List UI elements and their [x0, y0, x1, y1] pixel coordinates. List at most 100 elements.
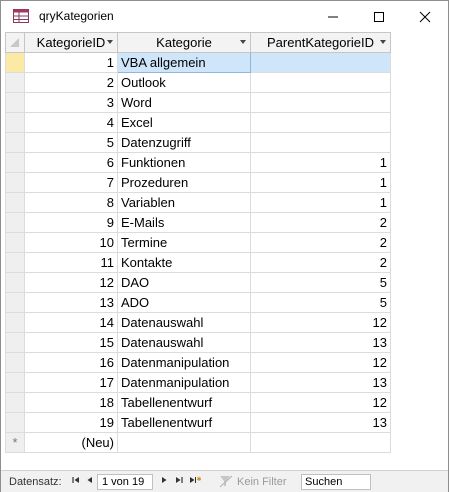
- row-selector[interactable]: [5, 352, 25, 373]
- row-selector[interactable]: [5, 312, 25, 333]
- cell-kategorieid[interactable]: 9: [24, 212, 118, 233]
- table-row[interactable]: 4 Excel: [5, 112, 391, 133]
- cell-kategorie[interactable]: Datenzugriff: [117, 132, 251, 153]
- cell-parentkategorieid[interactable]: [250, 92, 391, 113]
- row-selector[interactable]: [5, 92, 25, 113]
- table-row[interactable]: 7 Prozeduren 1: [5, 172, 391, 193]
- row-selector[interactable]: [5, 152, 25, 173]
- cell-kategorie[interactable]: Tabellenentwurf: [117, 412, 251, 433]
- table-row[interactable]: 5 Datenzugriff: [5, 132, 391, 153]
- cell-kategorieid[interactable]: 19: [24, 412, 118, 433]
- horizontal-scrollbar[interactable]: [377, 474, 443, 490]
- maximize-button[interactable]: [356, 1, 402, 32]
- cell-parentkategorieid[interactable]: 1: [250, 152, 391, 173]
- cell-kategorieid[interactable]: 16: [24, 352, 118, 373]
- cell-kategorie[interactable]: Excel: [117, 112, 251, 133]
- row-selector[interactable]: [5, 232, 25, 253]
- table-row[interactable]: 2 Outlook: [5, 72, 391, 93]
- last-record-button[interactable]: [172, 475, 185, 489]
- table-row[interactable]: 15 Datenauswahl 13: [5, 332, 391, 353]
- dropdown-arrow-icon[interactable]: [380, 40, 386, 44]
- cell-kategorieid[interactable]: 15: [24, 332, 118, 353]
- table-row[interactable]: 12 DAO 5: [5, 272, 391, 293]
- cell-kategorie[interactable]: ADO: [117, 292, 251, 313]
- cell-parentkategorieid[interactable]: [250, 112, 391, 133]
- cell-parentkategorieid[interactable]: 2: [250, 212, 391, 233]
- table-row[interactable]: 8 Variablen 1: [5, 192, 391, 213]
- row-selector[interactable]: [5, 272, 25, 293]
- new-record-row[interactable]: * (Neu): [5, 432, 391, 453]
- search-input[interactable]: Suchen: [301, 474, 371, 490]
- cell-kategorie[interactable]: Kontakte: [117, 252, 251, 273]
- cell-kategorie[interactable]: Prozeduren: [117, 172, 251, 193]
- row-selector[interactable]: [5, 212, 25, 233]
- cell-kategorie[interactable]: Datenmanipulation: [117, 352, 251, 373]
- cell-kategorieid[interactable]: 7: [24, 172, 118, 193]
- table-row[interactable]: 14 Datenauswahl 12: [5, 312, 391, 333]
- table-row[interactable]: 19 Tabellenentwurf 13: [5, 412, 391, 433]
- cell-kategorieid[interactable]: 12: [24, 272, 118, 293]
- row-selector[interactable]: [5, 372, 25, 393]
- cell-parentkategorieid[interactable]: 12: [250, 352, 391, 373]
- row-selector[interactable]: [5, 132, 25, 153]
- cell-parentkategorieid[interactable]: 2: [250, 252, 391, 273]
- cell-kategorieid[interactable]: 18: [24, 392, 118, 413]
- cell-kategorieid[interactable]: 5: [24, 132, 118, 153]
- cell-kategorie[interactable]: Datenauswahl: [117, 312, 251, 333]
- cell-parentkategorieid[interactable]: 13: [250, 372, 391, 393]
- cell-kategorieid[interactable]: 14: [24, 312, 118, 333]
- cell-kategorie[interactable]: VBA allgemein: [117, 52, 251, 73]
- cell-parentkategorieid[interactable]: 12: [250, 312, 391, 333]
- cell-kategorie[interactable]: Word: [117, 92, 251, 113]
- cell-kategorieid[interactable]: 11: [24, 252, 118, 273]
- select-all-corner[interactable]: [5, 32, 25, 53]
- dropdown-arrow-icon[interactable]: [107, 40, 113, 44]
- table-row[interactable]: 1 VBA allgemein: [5, 52, 391, 73]
- cell-kategorie[interactable]: DAO: [117, 272, 251, 293]
- cell-kategorie[interactable]: Termine: [117, 232, 251, 253]
- table-row[interactable]: 16 Datenmanipulation 12: [5, 352, 391, 373]
- cell-kategorieid[interactable]: 4: [24, 112, 118, 133]
- cell-kategorie[interactable]: Datenauswahl: [117, 332, 251, 353]
- cell-parentkategorieid[interactable]: 1: [250, 192, 391, 213]
- column-header-parentkategorieid[interactable]: ParentKategorieID: [250, 32, 391, 53]
- previous-record-button[interactable]: [83, 475, 96, 489]
- column-header-kategorieid[interactable]: KategorieID: [24, 32, 118, 53]
- row-selector[interactable]: [5, 392, 25, 413]
- row-selector[interactable]: [5, 252, 25, 273]
- cell-parentkategorieid[interactable]: 12: [250, 392, 391, 413]
- table-row[interactable]: 9 E-Mails 2: [5, 212, 391, 233]
- cell-parentkategorieid[interactable]: [250, 52, 391, 73]
- cell-parentkategorieid[interactable]: [250, 72, 391, 93]
- close-button[interactable]: [402, 1, 448, 32]
- cell-parentkategorieid[interactable]: 13: [250, 332, 391, 353]
- cell-parentkategorieid[interactable]: 1: [250, 172, 391, 193]
- table-row[interactable]: 3 Word: [5, 92, 391, 113]
- cell-kategorieid[interactable]: 2: [24, 72, 118, 93]
- title-bar[interactable]: qryKategorien: [1, 1, 448, 32]
- new-record-marker[interactable]: *: [5, 432, 25, 453]
- cell-parentkategorieid[interactable]: 2: [250, 232, 391, 253]
- row-selector[interactable]: [5, 332, 25, 353]
- minimize-button[interactable]: [310, 1, 356, 32]
- cell-kategorie[interactable]: Outlook: [117, 72, 251, 93]
- new-record-button[interactable]: ✱: [188, 475, 201, 489]
- row-selector[interactable]: [5, 192, 25, 213]
- table-row[interactable]: 17 Datenmanipulation 13: [5, 372, 391, 393]
- cell-parentkategorieid[interactable]: 5: [250, 292, 391, 313]
- cell-kategorie[interactable]: Variablen: [117, 192, 251, 213]
- current-record-field[interactable]: 1 von 19: [97, 474, 153, 490]
- cell-parentkategorieid[interactable]: 5: [250, 272, 391, 293]
- cell-parentkategorieid[interactable]: [250, 132, 391, 153]
- table-row[interactable]: 10 Termine 2: [5, 232, 391, 253]
- cell-parentkategorieid[interactable]: 13: [250, 412, 391, 433]
- new-record-id-placeholder[interactable]: (Neu): [24, 432, 118, 453]
- cell-kategorieid[interactable]: 3: [24, 92, 118, 113]
- row-selector[interactable]: [5, 172, 25, 193]
- cell-kategorieid[interactable]: 6: [24, 152, 118, 173]
- cell-kategorieid[interactable]: 8: [24, 192, 118, 213]
- table-row[interactable]: 11 Kontakte 2: [5, 252, 391, 273]
- table-row[interactable]: 18 Tabellenentwurf 12: [5, 392, 391, 413]
- cell-kategorie[interactable]: Datenmanipulation: [117, 372, 251, 393]
- cell-kategorieid[interactable]: 10: [24, 232, 118, 253]
